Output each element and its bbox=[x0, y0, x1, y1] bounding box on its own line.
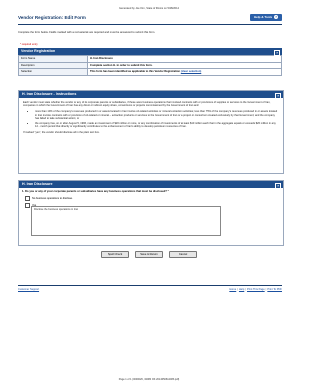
page-footer-nav: Customer Support Home|Help|Print This Pa… bbox=[18, 285, 282, 291]
option-no-operations[interactable]: No business operations to disclose. bbox=[19, 195, 283, 202]
page-header: Vendor Registration: Edit Form Help & To… bbox=[18, 14, 282, 25]
description-value: Complete section H. in order to submit t… bbox=[87, 61, 282, 70]
generated-by-line: Generated by Joe Kim, State of Illinois … bbox=[119, 7, 179, 10]
required-note: * required entry bbox=[20, 43, 38, 46]
help-icon: ? bbox=[273, 15, 278, 20]
save-return-button[interactable]: Save & Return bbox=[135, 251, 163, 258]
instructions-paragraph: If marked "yes", the vendor should discl… bbox=[23, 131, 100, 135]
iran-disclosure-title: H. Iran Disclosure bbox=[22, 182, 53, 186]
iran-instructions-heading: H. Iran Disclosure - Instructions ? bbox=[19, 91, 283, 99]
separator: | bbox=[245, 288, 246, 291]
disclosure-question: 1. Do you or any of your corporate paren… bbox=[22, 190, 169, 193]
page-title: Vendor Registration: Edit Form bbox=[18, 15, 86, 20]
vendor-registration-section: Vendor Registration ? Form Name H. Iran … bbox=[18, 48, 282, 76]
cancel-button[interactable]: Cancel bbox=[169, 251, 197, 258]
selection-label: Selection bbox=[18, 68, 88, 76]
customer-support-link[interactable]: Customer Support bbox=[18, 288, 39, 291]
checkbox-no-operations[interactable] bbox=[25, 196, 30, 201]
instructions-list: more than 10% of the company's revenues … bbox=[23, 110, 279, 129]
table-row: Form Name H. Iran Disclosure bbox=[18, 55, 282, 63]
selection-value: This form has been identified as applica… bbox=[90, 70, 181, 74]
section-help-icon[interactable]: ? bbox=[275, 182, 281, 189]
iran-instructions-title: H. Iran Disclosure - Instructions bbox=[22, 92, 77, 96]
iran-disclosure-heading: H. Iran Disclosure ? bbox=[19, 181, 283, 189]
instructions-paragraph: Each vendor must state whether the vendo… bbox=[23, 101, 271, 108]
help-tools-button[interactable]: Help & Tools ? bbox=[250, 14, 282, 21]
form-name-value: H. Iran Disclosure bbox=[87, 55, 282, 63]
vendor-registration-table: Form Name H. Iran Disclosure Description… bbox=[18, 55, 282, 76]
print-pdf-link[interactable]: Print To PDF bbox=[267, 288, 282, 291]
disclosure-textarea[interactable]: Disclose the business operations in Iran bbox=[31, 206, 221, 236]
iran-disclosure-section: H. Iran Disclosure ? 1. Do you or any of… bbox=[18, 180, 284, 246]
page-number-footer: Page 1 of 1 (0000026, 32080 OK 201405061… bbox=[118, 378, 180, 381]
footer-links: Home|Help|Print This Page|Print To PDF bbox=[229, 288, 282, 291]
iran-instructions-body: Each vendor must state whether the vendo… bbox=[19, 98, 283, 140]
table-row: Description Complete section H. in order… bbox=[18, 61, 282, 70]
home-link[interactable]: Home bbox=[229, 288, 236, 291]
iran-instructions-section: H. Iran Disclosure - Instructions ? Each… bbox=[18, 90, 284, 174]
section-help-icon[interactable]: ? bbox=[275, 92, 281, 99]
clear-selection-link[interactable]: (clear selection) bbox=[181, 70, 201, 73]
help-tools-label: Help & Tools bbox=[254, 15, 273, 19]
intro-text: Complete the form below. Fields marked w… bbox=[18, 31, 156, 34]
print-page-link[interactable]: Print This Page bbox=[247, 288, 265, 291]
selection-cell: This form has been identified as applica… bbox=[87, 68, 282, 76]
separator: | bbox=[237, 288, 238, 291]
vendor-registration-heading: Vendor Registration ? bbox=[18, 48, 282, 56]
form-name-label: Form Name bbox=[18, 55, 88, 63]
list-item: more than 10% of the company's revenues … bbox=[35, 110, 279, 120]
option-label: No business operations to disclose. bbox=[32, 197, 73, 200]
table-row: Selection This form has been identified … bbox=[18, 68, 282, 76]
list-item: the company has, on or after August 5, 1… bbox=[35, 122, 279, 129]
description-label: Description bbox=[18, 61, 88, 70]
form-buttons: Spell Check Save & Return Cancel bbox=[0, 251, 298, 258]
checkbox-yes[interactable] bbox=[25, 203, 30, 208]
section-help-icon[interactable]: ? bbox=[274, 49, 280, 56]
help-link[interactable]: Help bbox=[239, 288, 244, 291]
vendor-registration-title: Vendor Registration bbox=[21, 49, 56, 53]
spell-check-button[interactable]: Spell Check bbox=[101, 251, 129, 258]
